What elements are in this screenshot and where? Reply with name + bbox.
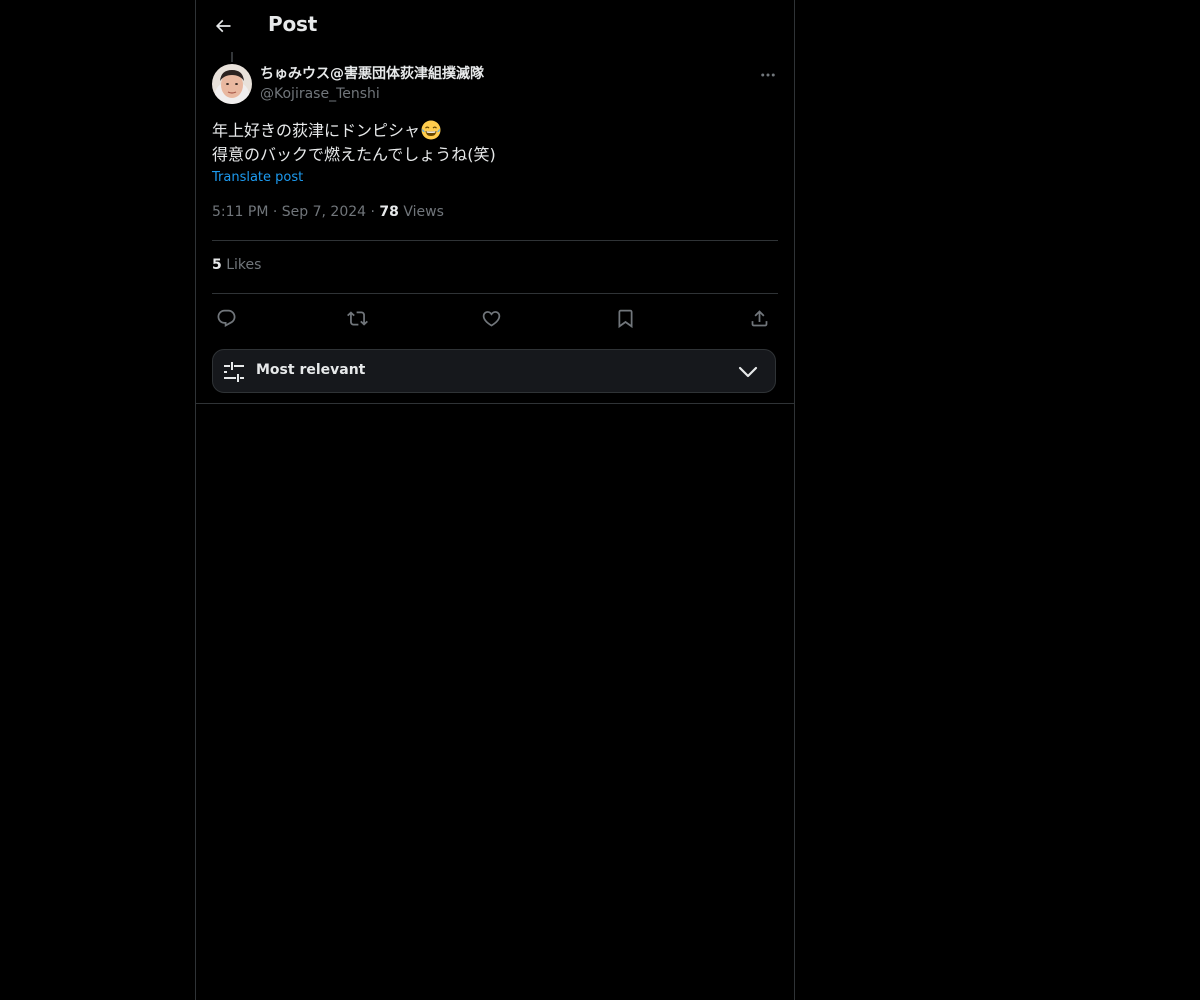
header: Post: [196, 0, 794, 53]
heart-icon: [482, 310, 500, 327]
repost-icon: [346, 310, 368, 326]
likes-count: 5: [212, 257, 222, 273]
main-column: Post ちゅみウス@害悪団体荻津組撲滅隊 @Kojirase_Tenshi 年…: [195, 0, 795, 1000]
page-title: Post: [268, 12, 318, 36]
reply-icon: [217, 309, 235, 327]
post-text-line-2: 得意のバックで燃えたんでしょうね(笑): [212, 145, 496, 164]
avatar-image: [212, 64, 252, 104]
author-handle[interactable]: @Kojirase_Tenshi: [260, 84, 484, 104]
share-icon: [751, 309, 767, 326]
divider: [212, 240, 778, 241]
thread-connector: [231, 52, 233, 62]
translate-post-link[interactable]: Translate post: [212, 170, 303, 185]
post-date[interactable]: Sep 7, 2024: [282, 204, 366, 220]
like-button[interactable]: [477, 304, 505, 332]
post-text-line-1: 年上好きの荻津にドンピシャ: [212, 119, 772, 143]
back-arrow-icon: [215, 19, 231, 33]
sliders-icon: [224, 362, 244, 382]
reply-sort-dropdown[interactable]: Most relevant: [212, 349, 776, 393]
post-actions-bar: [212, 304, 778, 332]
meta-separator: ·: [272, 204, 278, 220]
chevron-down-icon: [738, 366, 758, 378]
views-label: Views: [403, 204, 444, 220]
likes-summary[interactable]: 5 Likes: [212, 257, 261, 273]
divider: [196, 403, 794, 404]
reply-button[interactable]: [212, 304, 240, 332]
likes-label: Likes: [226, 257, 262, 273]
post-metadata: 5:11 PM · Sep 7, 2024 · 78 Views: [212, 204, 444, 220]
author-display-name[interactable]: ちゅみウス@害悪団体荻津組撲滅隊: [260, 64, 484, 84]
avatar[interactable]: [212, 64, 252, 104]
sort-label: Most relevant: [256, 362, 366, 378]
views-count: 78: [379, 204, 399, 220]
divider: [212, 293, 778, 294]
bookmark-button[interactable]: [611, 304, 639, 332]
repost-button[interactable]: [343, 304, 371, 332]
meta-separator: ·: [370, 204, 375, 220]
bookmark-icon: [618, 309, 632, 328]
post-text-line-1-content: 年上好きの荻津にドンピシャ: [212, 121, 421, 140]
face-with-tears-of-joy-icon: [421, 120, 441, 140]
post-text: 年上好きの荻津にドンピシャ 得意のバックで燃えたんでしょうね(笑): [212, 119, 772, 167]
post-time[interactable]: 5:11 PM: [212, 204, 268, 220]
more-icon: [761, 73, 775, 77]
more-options-button[interactable]: [756, 64, 780, 86]
share-button[interactable]: [745, 304, 773, 332]
back-button[interactable]: [209, 12, 237, 40]
author-block: ちゅみウス@害悪団体荻津組撲滅隊 @Kojirase_Tenshi: [260, 64, 484, 104]
